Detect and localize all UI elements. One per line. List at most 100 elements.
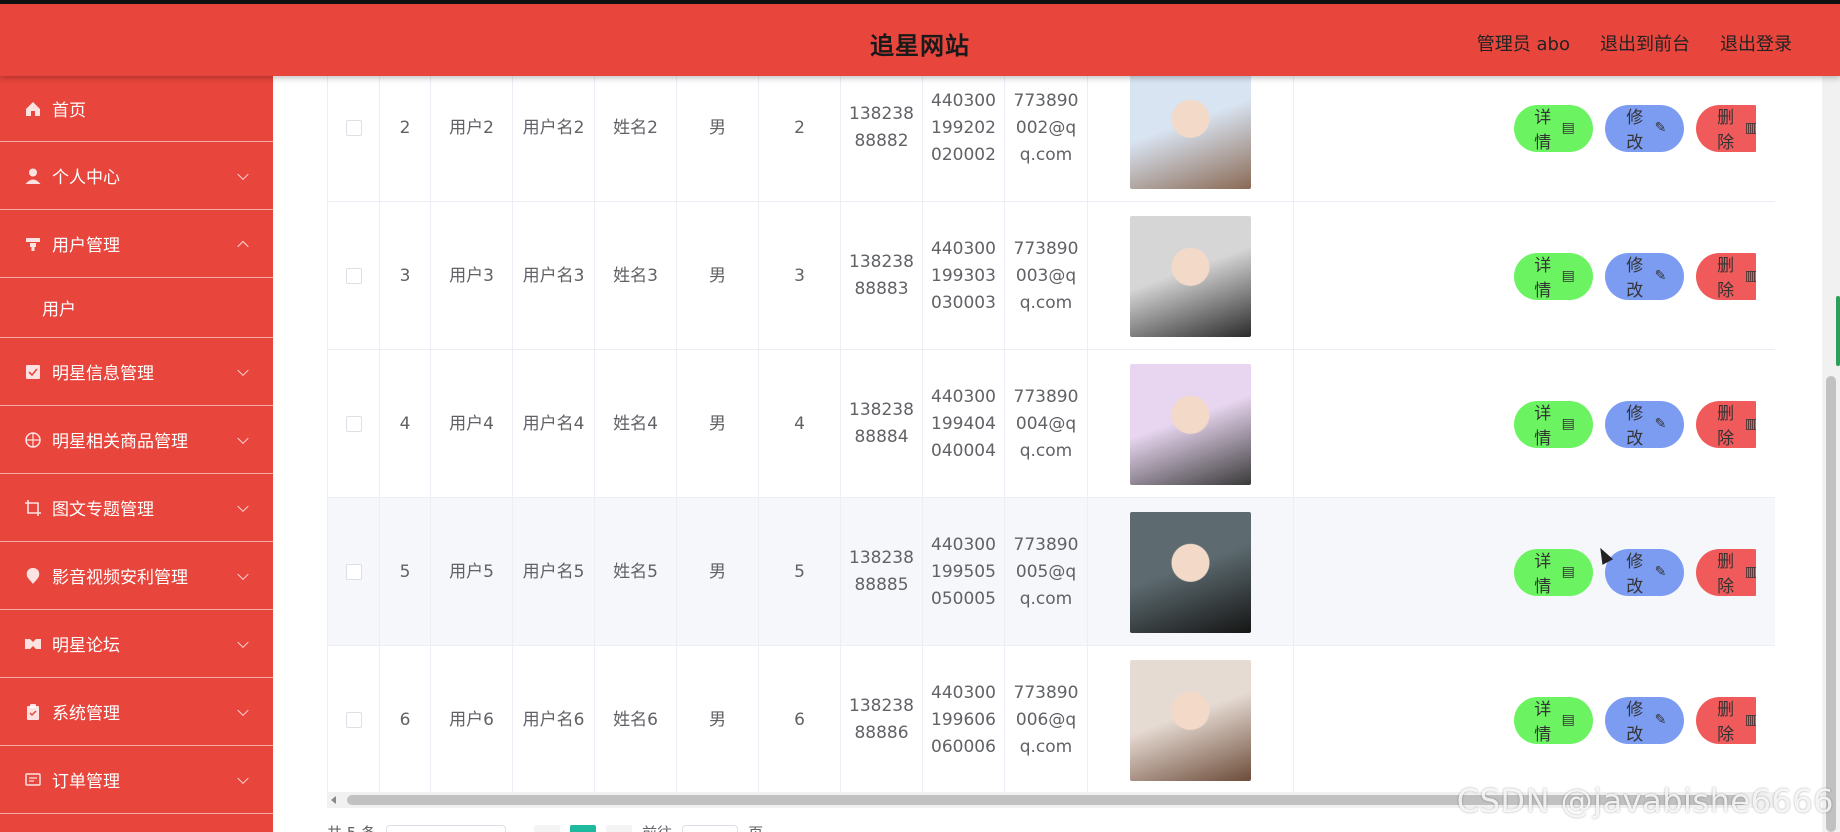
detail-button[interactable]: 详情 ▤	[1514, 548, 1593, 597]
cell-gender: 男	[677, 202, 759, 350]
sidebar-item-star-info[interactable]: 明星信息管理	[0, 338, 273, 406]
empty-cell	[1294, 202, 1486, 350]
edit-button[interactable]: 修改 ✎	[1604, 696, 1685, 745]
goto-page-input[interactable]	[682, 825, 739, 832]
sidebar-item-label: 明星信息管理	[52, 364, 154, 384]
cell-gender: 男	[677, 350, 759, 498]
empty-cell	[1294, 646, 1486, 792]
cell-index: 6	[380, 646, 431, 792]
trash-icon: ▥	[1745, 564, 1756, 580]
cell-email: 773890003@qq.com	[1005, 202, 1088, 350]
delete-button[interactable]: 删除 ▥	[1696, 104, 1756, 153]
order-icon	[24, 771, 42, 789]
cell-index: 5	[380, 498, 431, 646]
detail-button[interactable]: 详情 ▤	[1514, 252, 1593, 301]
row-checkbox[interactable]	[345, 416, 362, 432]
detail-button[interactable]: 详情 ▤	[1514, 696, 1593, 745]
edit-button[interactable]: 修改 ✎	[1604, 104, 1685, 153]
cell-phone: 13823888886	[841, 646, 923, 792]
detail-button[interactable]: 详情 ▤	[1514, 104, 1593, 153]
edit-button[interactable]: 修改 ✎	[1604, 548, 1685, 597]
row-checkbox[interactable]	[345, 564, 362, 580]
empty-cell	[1294, 350, 1486, 498]
edit-button[interactable]: 修改 ✎	[1604, 400, 1685, 449]
cell-email: 773890006@qq.com	[1005, 646, 1088, 792]
page-size-select[interactable]	[386, 825, 507, 832]
row-actions: 详情 ▤ 修改 ✎ 删除 ▥	[1486, 646, 1756, 792]
chevron-down-icon	[237, 704, 249, 716]
row-checkbox[interactable]	[345, 712, 362, 728]
row-checkbox[interactable]	[345, 268, 362, 284]
system-icon	[24, 703, 42, 721]
edit-button[interactable]: 修改 ✎	[1604, 252, 1685, 301]
cell-name: 姓名4	[595, 350, 677, 498]
pagination: 共 5 条 前往 页	[327, 822, 763, 832]
document-icon: ▤	[1561, 268, 1575, 284]
crop-icon	[24, 499, 42, 517]
cell-gender: 男	[677, 646, 759, 792]
logout-link[interactable]: 退出登录	[1720, 30, 1792, 56]
delete-button[interactable]: 删除 ▥	[1696, 696, 1756, 745]
home-icon	[24, 100, 42, 118]
sidebar-item-forum[interactable]: 明星论坛	[0, 610, 273, 678]
cell-username: 用户名6	[513, 646, 595, 792]
sidebar-item-system[interactable]: 系统管理	[0, 678, 273, 746]
chevron-down-icon	[237, 500, 249, 512]
user-photo[interactable]	[1130, 363, 1251, 485]
document-icon: ▤	[1561, 564, 1575, 580]
next-page-button[interactable]	[606, 825, 633, 832]
user-photo[interactable]	[1130, 659, 1251, 781]
sidebar-item-user-management[interactable]: 用户管理	[0, 210, 273, 278]
sidebar-item-orders[interactable]: 订单管理	[0, 746, 273, 814]
delete-button-label: 删除	[1717, 552, 1735, 597]
row-checkbox[interactable]	[345, 120, 362, 136]
cell-email: 773890005@qq.com	[1005, 498, 1088, 646]
pencil-icon: ✎	[1654, 712, 1667, 728]
cell-phone: 13823888882	[841, 76, 923, 202]
main-content: 2 用户2 用户名2 姓名2 男 2 13823888882 4403001992020200…	[273, 76, 1840, 832]
sidebar-item-star-goods[interactable]: 明星相关商品管理	[0, 406, 273, 474]
sidebar-item-label: 影音视频安利管理	[52, 568, 188, 588]
cell-account: 用户3	[431, 202, 513, 350]
empty-cell	[1294, 498, 1486, 646]
actions-cell: 详情 ▤ 修改 ✎ 删除 ▥	[1486, 202, 1756, 350]
page-number-button[interactable]	[570, 825, 597, 832]
cell-account: 用户6	[431, 646, 513, 792]
cell-age: 5	[759, 498, 841, 646]
delete-button[interactable]: 删除 ▥	[1696, 252, 1756, 301]
admin-user-link[interactable]: 管理员 abo	[1477, 30, 1570, 56]
cell-age: 2	[759, 76, 841, 202]
pencil-icon: ✎	[1654, 268, 1667, 284]
sidebar-item-personal-center[interactable]: 个人中心	[0, 142, 273, 210]
cell-gender: 男	[677, 76, 759, 202]
cell-username: 用户名3	[513, 202, 595, 350]
top-header: 追星网站 管理员 abo 退出到前台 退出登录	[0, 4, 1840, 76]
user-photo[interactable]	[1130, 511, 1251, 633]
user-photo[interactable]	[1130, 76, 1251, 189]
row-select-cell	[328, 498, 380, 646]
sidebar-item-video[interactable]: 影音视频安利管理	[0, 542, 273, 610]
scroll-indicator	[1836, 296, 1840, 366]
empty-cell	[1294, 76, 1486, 202]
scrollbar-thumb[interactable]	[1826, 376, 1836, 832]
edit-button-label: 修改	[1626, 256, 1644, 301]
delete-button[interactable]: 删除 ▥	[1696, 400, 1756, 449]
pencil-icon: ✎	[1654, 564, 1667, 580]
cell-name: 姓名2	[595, 76, 677, 202]
actions-cell: 详情 ▤ 修改 ✎ 删除 ▥	[1486, 646, 1756, 792]
row-select-cell	[328, 202, 380, 350]
sidebar-item-home[interactable]: 首页	[0, 76, 273, 142]
sidebar-item-topics[interactable]: 图文专题管理	[0, 474, 273, 542]
back-to-frontend-link[interactable]: 退出到前台	[1600, 30, 1690, 56]
detail-button[interactable]: 详情 ▤	[1514, 400, 1593, 449]
delete-button[interactable]: 删除 ▥	[1696, 548, 1756, 597]
scroll-left-icon[interactable]	[331, 796, 336, 804]
cell-name: 姓名6	[595, 646, 677, 792]
user-icon	[24, 167, 42, 185]
user-photo[interactable]	[1130, 215, 1251, 337]
sidebar-subitem-user[interactable]: 用户	[0, 278, 273, 338]
goto-suffix: 页	[748, 822, 763, 832]
prev-page-button[interactable]	[534, 825, 561, 832]
vertical-scrollbar[interactable]	[1822, 76, 1840, 832]
table-row: 3 用户3 用户名3 姓名3 男 3 13823888883 4403001993030300…	[328, 202, 1775, 350]
